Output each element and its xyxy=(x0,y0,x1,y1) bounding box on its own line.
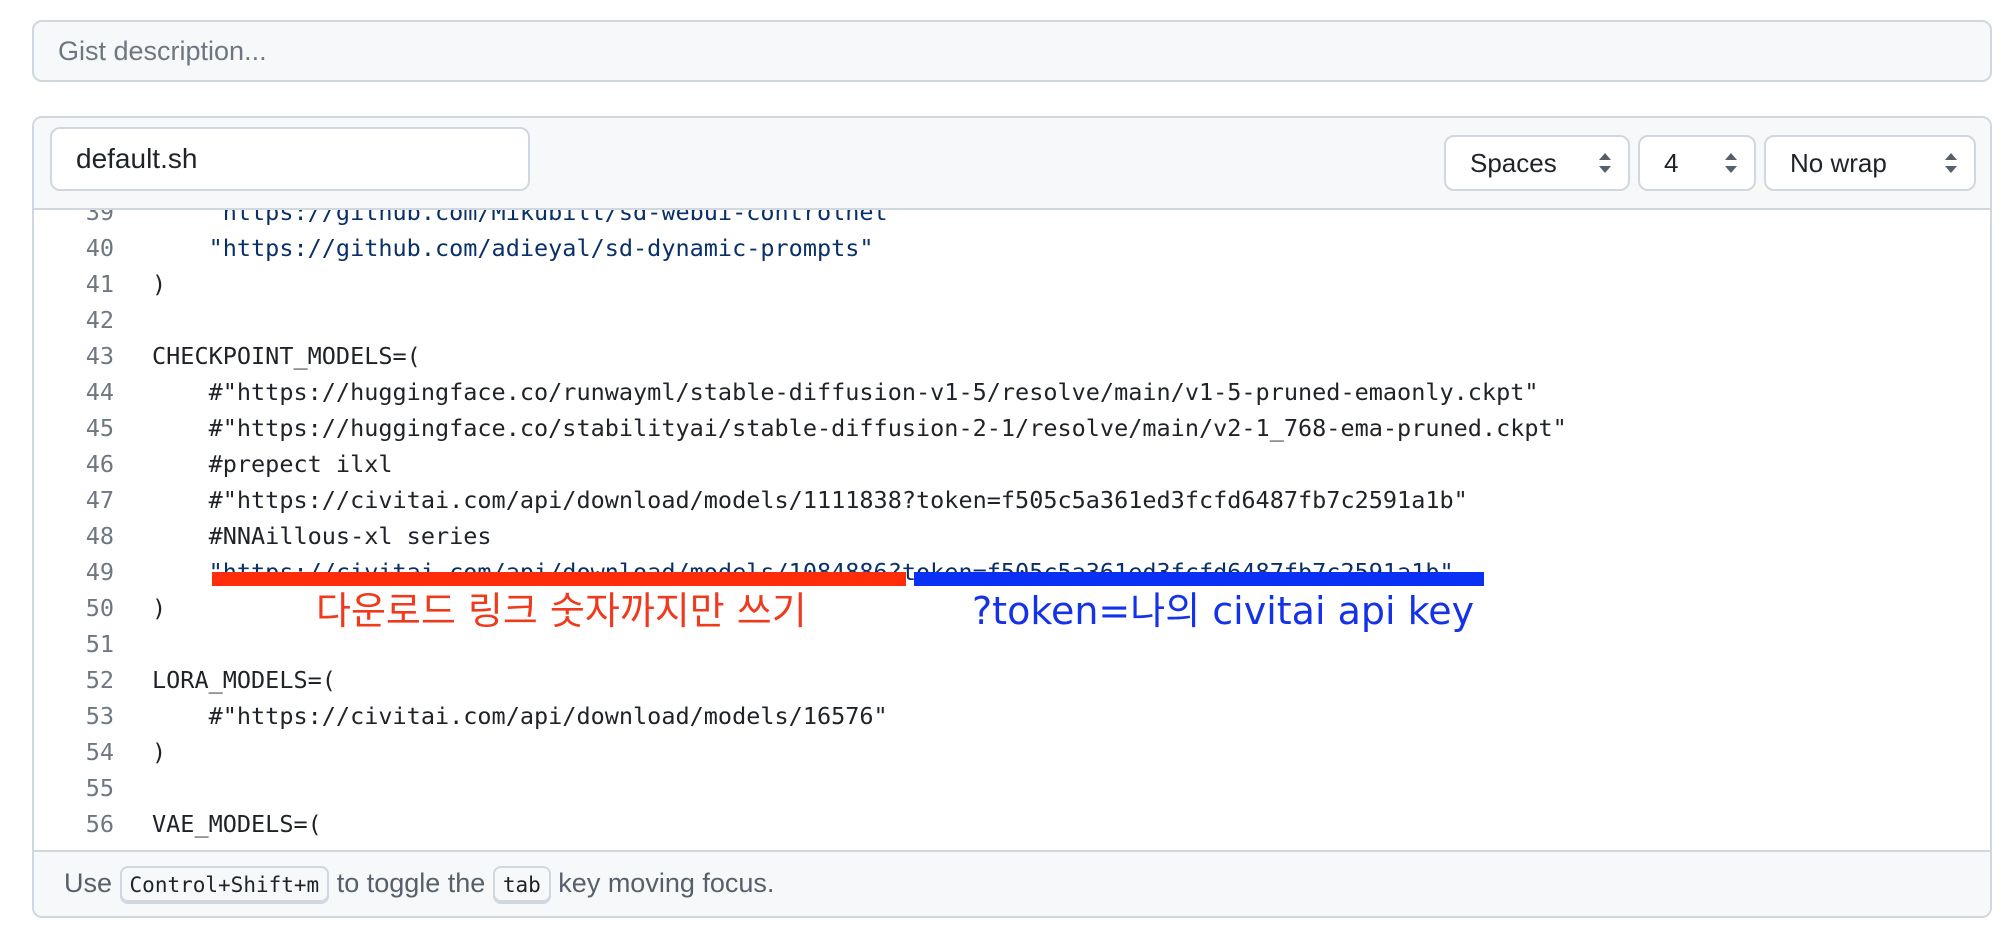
code-text: CHECKPOINT_MODELS=( xyxy=(152,342,421,370)
line-number: 48 xyxy=(85,522,114,550)
code-text: VAE_MODELS=( xyxy=(152,810,322,838)
line-number: 53 xyxy=(85,702,114,730)
wrap-mode-select[interactable]: No wrap xyxy=(1764,135,1976,191)
line-number: 42 xyxy=(85,306,114,334)
line-number: 50 xyxy=(85,594,114,622)
code-text: #"https://huggingface.co/stabilityai/sta… xyxy=(152,414,1567,442)
shortcut-kbd: Control+Shift+m xyxy=(119,865,330,904)
line-number: 51 xyxy=(85,630,114,658)
line-number: 44 xyxy=(85,378,114,406)
select-arrows-icon xyxy=(1945,153,1957,173)
select-arrows-icon xyxy=(1725,153,1737,173)
tab-key-kbd: tab xyxy=(492,865,551,904)
hint-middle: to toggle the xyxy=(336,868,486,898)
line-number: 55 xyxy=(85,774,114,802)
editor-header: default.sh Spaces 4 No wrap xyxy=(34,118,1990,210)
line-number: 45 xyxy=(85,414,114,442)
annotation-red-text: 다운로드 링크 숫자까지만 쓰기 xyxy=(316,589,807,633)
indent-size-value: 4 xyxy=(1664,148,1679,178)
indent-size-select[interactable]: 4 xyxy=(1638,135,1756,191)
hint-suffix: key moving focus. xyxy=(558,868,775,898)
line-number: 43 xyxy=(85,342,114,370)
editor-footer-hint: Use Control+Shift+m to toggle the tab ke… xyxy=(34,850,1990,916)
line-number: 46 xyxy=(85,450,114,478)
code-text: ) xyxy=(152,594,167,622)
file-editor: default.sh Spaces 4 No wrap 56 VAE_MODELS… xyxy=(32,116,1992,918)
line-number: 47 xyxy=(85,486,114,514)
indent-mode-value: Spaces xyxy=(1470,148,1557,178)
code-text: LORA_MODELS=( xyxy=(152,666,336,694)
code-text: #NNAillous-xl series xyxy=(152,522,492,550)
line-number: 39 xyxy=(85,210,114,226)
code-text: #"https://civitai.com/api/download/model… xyxy=(152,486,1468,514)
code-text: #"https://civitai.com/api/download/model… xyxy=(152,702,888,730)
annotation-blue-text: ?token=나의 civitai api key xyxy=(972,589,1475,633)
code-editor-area[interactable]: 56 VAE_MODELS=( 55 54) 53 #"https://civitai.… xyxy=(34,210,1990,850)
code-text: "https://github.com/Mikubill/sd-webui-co… xyxy=(152,210,902,226)
code-text: #prepect ilxl xyxy=(152,450,393,478)
code-text: ) xyxy=(152,738,167,766)
line-number: 49 xyxy=(85,558,114,586)
line-number: 54 xyxy=(85,738,114,766)
code-text: "https://github.com/adieyal/sd-dynamic-p… xyxy=(152,234,874,262)
line-number: 40 xyxy=(85,234,114,262)
hint-prefix: Use xyxy=(64,868,113,898)
indent-mode-select[interactable]: Spaces xyxy=(1444,135,1630,191)
code-text: ) xyxy=(152,270,167,298)
annotation-underline-blue xyxy=(914,572,1484,586)
line-number: 52 xyxy=(85,666,114,694)
select-arrows-icon xyxy=(1599,153,1611,173)
wrap-mode-value: No wrap xyxy=(1790,148,1887,178)
code-text: #"https://huggingface.co/runwayml/stable… xyxy=(152,378,1539,406)
line-number: 41 xyxy=(85,270,114,298)
annotation-underline-red xyxy=(212,572,906,586)
gist-description-input[interactable]: Gist description... xyxy=(32,20,1992,82)
filename-input[interactable]: default.sh xyxy=(50,127,530,191)
line-number: 56 xyxy=(85,810,114,838)
